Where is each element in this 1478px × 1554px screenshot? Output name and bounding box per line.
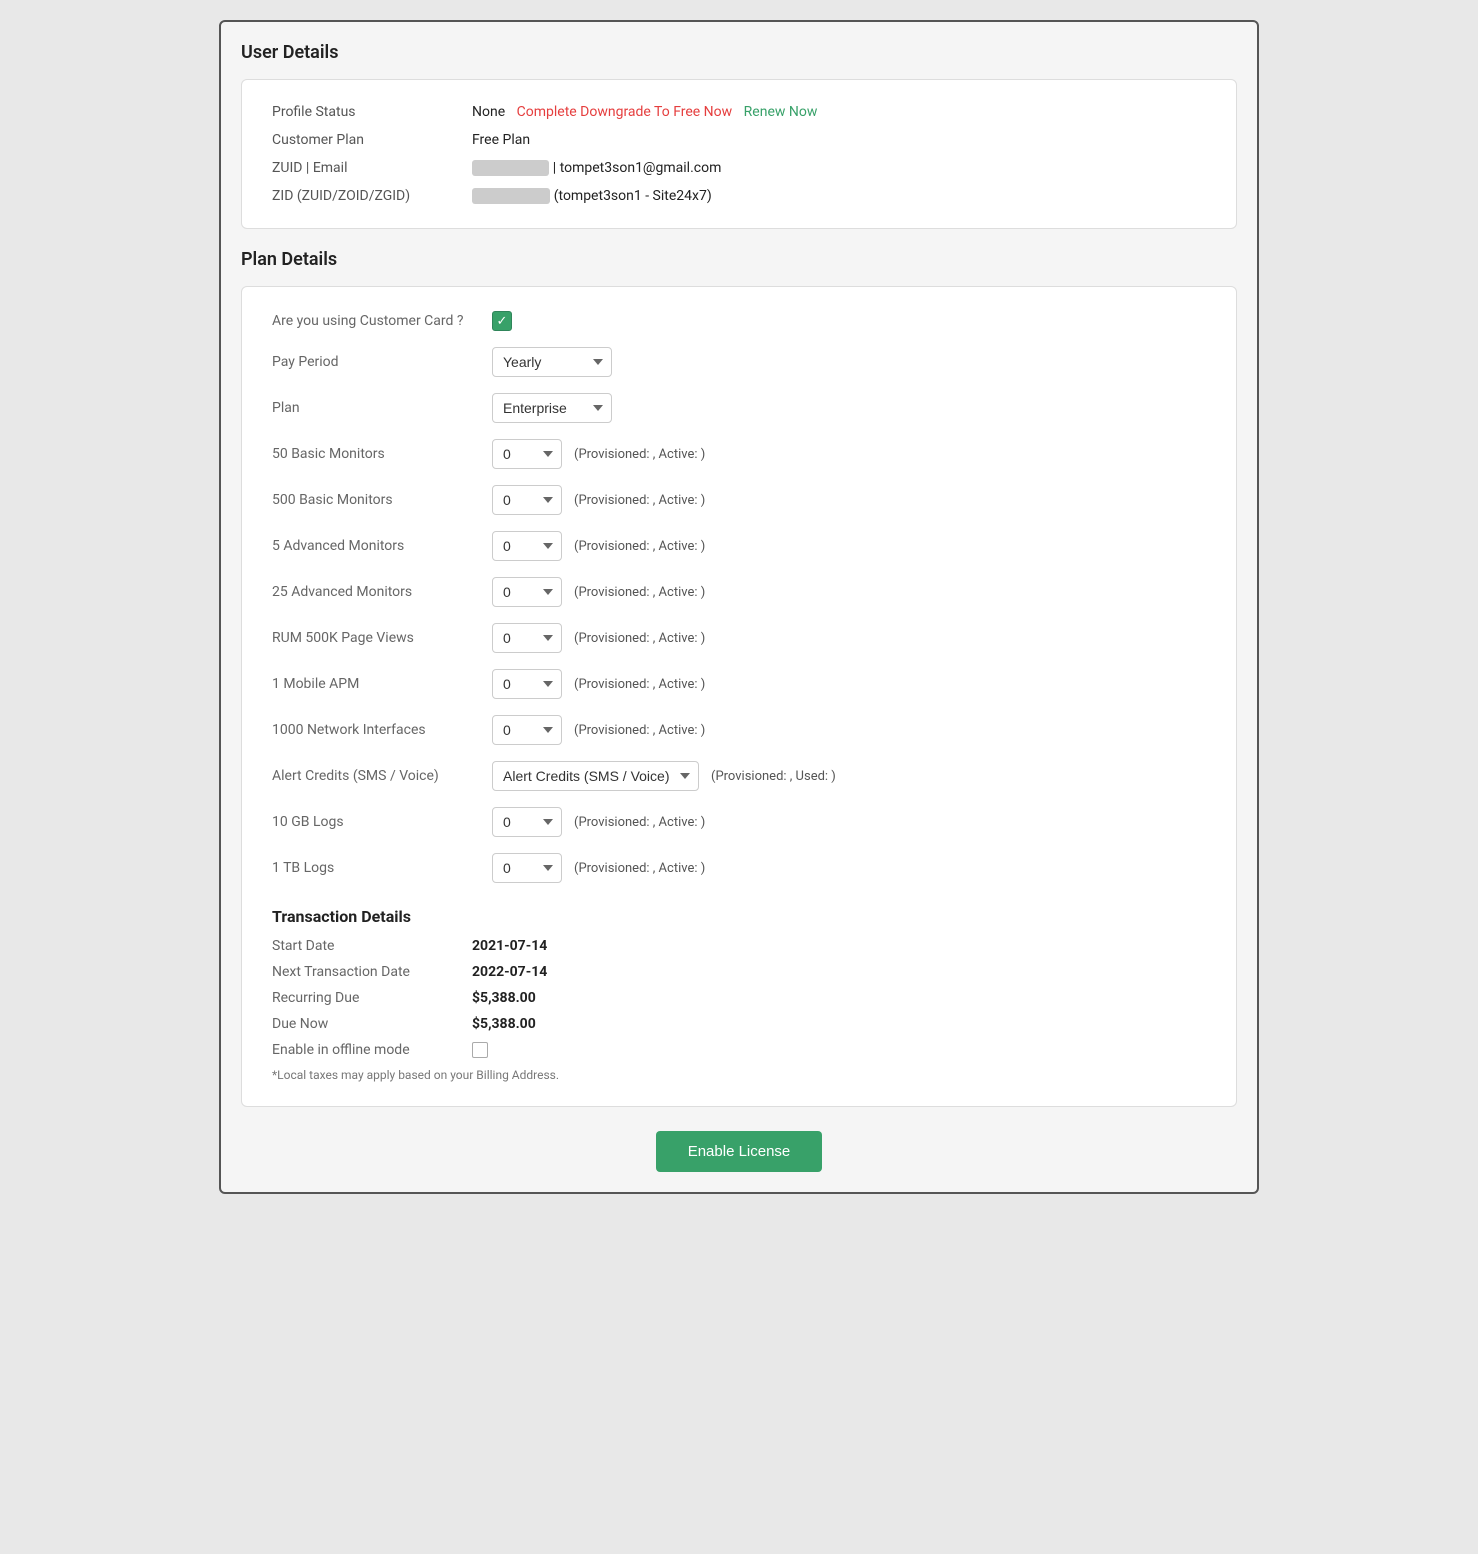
main-container: User Details Profile Status None Complet… <box>219 20 1259 1194</box>
customer-plan-value: Free Plan <box>472 132 530 148</box>
addon-row-0: 50 Basic Monitors012345678910 (Provisione… <box>272 439 1206 469</box>
addon-provision-5: (Provisioned: , Active: ) <box>574 677 705 692</box>
plan-row: Plan Enterprise Free Starter Pro <box>272 393 1206 423</box>
addon-provision-1: (Provisioned: , Active: ) <box>574 493 705 508</box>
customer-plan-row: Customer Plan Free Plan <box>272 132 1206 148</box>
recurring-due-row: Recurring Due $5,388.00 <box>272 990 1206 1006</box>
profile-status-row: Profile Status None Complete Downgrade T… <box>272 104 1206 120</box>
addon-label-2: 5 Advanced Monitors <box>272 538 492 554</box>
addon-row-5: 1 Mobile APM012345678910 (Provisioned: , … <box>272 669 1206 699</box>
recurring-due-label: Recurring Due <box>272 990 472 1006</box>
addon-label-5: 1 Mobile APM <box>272 676 492 692</box>
customer-card-label: Are you using Customer Card ? <box>272 313 492 329</box>
addon-label-4: RUM 500K Page Views <box>272 630 492 646</box>
plan-label: Plan <box>272 400 492 416</box>
addon-provision-9: (Provisioned: , Active: ) <box>574 861 705 876</box>
addon-provision-7: (Provisioned: , Used: ) <box>711 769 836 784</box>
renew-link[interactable]: Renew Now <box>744 104 818 120</box>
start-date-row: Start Date 2021-07-14 <box>272 938 1206 954</box>
addon-label-0: 50 Basic Monitors <box>272 446 492 462</box>
addon-row-2: 5 Advanced Monitors012345678910 (Provisio… <box>272 531 1206 561</box>
start-date-label: Start Date <box>272 938 472 954</box>
customer-card-row: Are you using Customer Card ? ✓ <box>272 311 1206 331</box>
next-transaction-label: Next Transaction Date <box>272 964 472 980</box>
addon-provision-0: (Provisioned: , Active: ) <box>574 447 705 462</box>
due-now-row: Due Now $5,388.00 <box>272 1016 1206 1032</box>
addons-container: 50 Basic Monitors012345678910(Provisione… <box>272 439 1206 883</box>
alert-select-7[interactable]: Alert Credits (SMS / Voice) <box>492 761 699 791</box>
plan-select[interactable]: Enterprise Free Starter Pro <box>492 393 612 423</box>
customer-card-checkbox[interactable]: ✓ <box>492 311 512 331</box>
addon-quantity-9[interactable]: 012345678910 <box>492 853 562 883</box>
plan-details-card: Are you using Customer Card ? ✓ Pay Peri… <box>241 286 1237 1107</box>
addon-provision-2: (Provisioned: , Active: ) <box>574 539 705 554</box>
zuid-email-value: 7XXXXXXX | tompet3son1@gmail.com <box>472 160 721 176</box>
addon-label-3: 25 Advanced Monitors <box>272 584 492 600</box>
user-details-title: User Details <box>241 42 1237 63</box>
transaction-title: Transaction Details <box>272 899 1206 926</box>
pay-period-row: Pay Period Yearly Monthly <box>272 347 1206 377</box>
user-details-card: Profile Status None Complete Downgrade T… <box>241 79 1237 229</box>
addon-row-1: 500 Basic Monitors012345678910 (Provision… <box>272 485 1206 515</box>
zid-label: ZID (ZUID/ZOID/ZGID) <box>272 188 472 204</box>
addon-row-9: 1 TB Logs012345678910 (Provisioned: , Act… <box>272 853 1206 883</box>
addon-provision-3: (Provisioned: , Active: ) <box>574 585 705 600</box>
addon-row-8: 10 GB Logs012345678910 (Provisioned: , Ac… <box>272 807 1206 837</box>
addon-label-1: 500 Basic Monitors <box>272 492 492 508</box>
addon-label-6: 1000 Network Interfaces <box>272 722 492 738</box>
zuid-blurred: 7XXXXXXX <box>472 160 549 176</box>
next-transaction-row: Next Transaction Date 2022-07-14 <box>272 964 1206 980</box>
zuid-email-label: ZUID | Email <box>272 160 472 176</box>
zuid-email-row: ZUID | Email 7XXXXXXX | tompet3son1@gmai… <box>272 160 1206 176</box>
next-transaction-value: 2022-07-14 <box>472 964 547 980</box>
due-now-value: $5,388.00 <box>472 1016 536 1032</box>
offline-mode-row: Enable in offline mode <box>272 1042 1206 1058</box>
plan-details-title: Plan Details <box>241 249 1237 270</box>
addon-label-9: 1 TB Logs <box>272 860 492 876</box>
addon-quantity-1[interactable]: 012345678910 <box>492 485 562 515</box>
zid-row: ZID (ZUID/ZOID/ZGID) XXXXXXXX (tompet3so… <box>272 188 1206 204</box>
recurring-due-value: $5,388.00 <box>472 990 536 1006</box>
addon-row-7: Alert Credits (SMS / Voice)Alert Credits… <box>272 761 1206 791</box>
zid-value: XXXXXXXX (tompet3son1 - Site24x7) <box>472 188 712 204</box>
addon-quantity-0[interactable]: 012345678910 <box>492 439 562 469</box>
profile-status-label: Profile Status <box>272 104 472 120</box>
enable-license-button[interactable]: Enable License <box>656 1131 823 1172</box>
due-now-label: Due Now <box>272 1016 472 1032</box>
addon-label-8: 10 GB Logs <box>272 814 492 830</box>
addon-row-6: 1000 Network Interfaces012345678910 (Prov… <box>272 715 1206 745</box>
addon-quantity-4[interactable]: 012345678910 <box>492 623 562 653</box>
addon-row-4: RUM 500K Page Views012345678910 (Provisio… <box>272 623 1206 653</box>
addon-quantity-3[interactable]: 012345678910 <box>492 577 562 607</box>
pay-period-label: Pay Period <box>272 354 492 370</box>
start-date-value: 2021-07-14 <box>472 938 547 954</box>
addon-quantity-5[interactable]: 012345678910 <box>492 669 562 699</box>
profile-status-value: None Complete Downgrade To Free Now Rene… <box>472 104 817 120</box>
addon-quantity-2[interactable]: 012345678910 <box>492 531 562 561</box>
addon-quantity-8[interactable]: 012345678910 <box>492 807 562 837</box>
downgrade-link[interactable]: Complete Downgrade To Free Now <box>517 104 733 120</box>
offline-mode-checkbox[interactable] <box>472 1042 488 1058</box>
customer-plan-label: Customer Plan <box>272 132 472 148</box>
addon-provision-6: (Provisioned: , Active: ) <box>574 723 705 738</box>
pay-period-select[interactable]: Yearly Monthly <box>492 347 612 377</box>
offline-mode-label: Enable in offline mode <box>272 1042 472 1058</box>
addon-provision-4: (Provisioned: , Active: ) <box>574 631 705 646</box>
tax-note: *Local taxes may apply based on your Bil… <box>272 1068 1206 1082</box>
addon-row-3: 25 Advanced Monitors012345678910 (Provisi… <box>272 577 1206 607</box>
addon-provision-8: (Provisioned: , Active: ) <box>574 815 705 830</box>
zid-blurred: XXXXXXXX <box>472 188 550 204</box>
addon-label-7: Alert Credits (SMS / Voice) <box>272 768 492 784</box>
addon-quantity-6[interactable]: 012345678910 <box>492 715 562 745</box>
